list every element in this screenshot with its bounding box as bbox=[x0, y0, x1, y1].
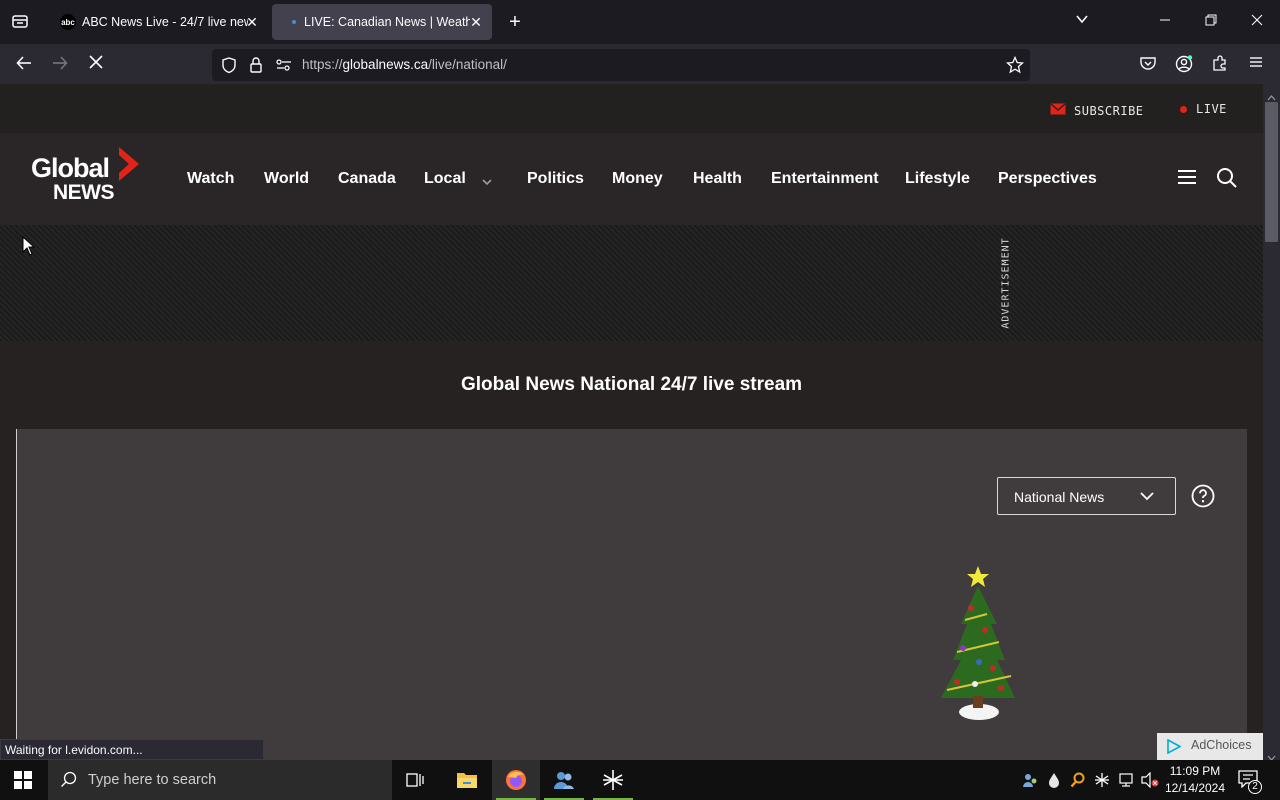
advertisement-banner[interactable]: ADVERTISEMENT bbox=[0, 225, 1263, 341]
snowflake-icon bbox=[602, 769, 624, 796]
back-arrow-icon[interactable] bbox=[14, 54, 34, 74]
firefox-icon bbox=[505, 769, 527, 796]
browser-tab-bar: abc ABC News Live - 24/7 live news ✕ LIV… bbox=[0, 0, 1280, 44]
loading-favicon-icon bbox=[286, 14, 302, 30]
help-question-icon[interactable] bbox=[1191, 484, 1215, 513]
tab-manager-icon[interactable] bbox=[10, 12, 30, 32]
lock-icon[interactable] bbox=[248, 56, 264, 79]
page-title: Global News National 24/7 live stream bbox=[460, 374, 803, 395]
people-icon bbox=[553, 769, 575, 796]
tray-drop-icon[interactable] bbox=[1047, 772, 1061, 793]
nav-money[interactable]: Money bbox=[612, 170, 663, 188]
nav-entertainment[interactable]: Entertainment bbox=[771, 170, 879, 188]
abc-favicon-icon: abc bbox=[60, 14, 76, 30]
logo-chevron-icon bbox=[117, 145, 141, 188]
url-text[interactable]: https://globalnews.ca/live/national/ bbox=[302, 57, 507, 72]
extensions-puzzle-icon[interactable] bbox=[1210, 54, 1230, 74]
close-tab-icon[interactable]: ✕ bbox=[244, 14, 260, 30]
page-scrollbar[interactable] bbox=[1263, 84, 1280, 761]
adchoices-triangle-icon bbox=[1167, 738, 1182, 759]
nav-politics[interactable]: Politics bbox=[527, 170, 584, 188]
account-icon[interactable] bbox=[1174, 54, 1194, 74]
task-view-icon[interactable] bbox=[406, 771, 426, 794]
tray-search-icon[interactable] bbox=[1070, 772, 1086, 793]
web-page: SUBSCRIBE LIVE Global NEWS Watch World C… bbox=[0, 84, 1263, 760]
live-link[interactable]: LIVE bbox=[1180, 102, 1227, 116]
permissions-icon[interactable] bbox=[275, 57, 293, 78]
close-window-icon[interactable] bbox=[1247, 12, 1267, 32]
tray-snowflake-icon[interactable] bbox=[1094, 772, 1110, 793]
nav-world[interactable]: World bbox=[264, 170, 309, 188]
folder-icon bbox=[456, 770, 478, 795]
adchoices-label: AdChoices bbox=[1191, 738, 1252, 752]
envelope-icon bbox=[1050, 102, 1066, 120]
local-dropdown-chevron-icon[interactable] bbox=[481, 174, 493, 192]
nav-canada[interactable]: Canada bbox=[338, 170, 396, 188]
volume-muted-icon[interactable] bbox=[1141, 771, 1159, 793]
nav-watch[interactable]: Watch bbox=[187, 170, 234, 188]
stop-loading-icon[interactable] bbox=[86, 54, 106, 74]
firefox-app[interactable] bbox=[492, 760, 540, 800]
global-news-logo[interactable]: Global NEWS bbox=[31, 145, 141, 207]
live-stream-player[interactable]: National News bbox=[16, 429, 1247, 760]
utility-bar: SUBSCRIBE LIVE bbox=[0, 84, 1263, 133]
mouse-cursor-icon bbox=[22, 235, 36, 261]
browser-nav-bar: https://globalnews.ca/live/national/ bbox=[0, 44, 1280, 84]
close-tab-icon[interactable]: ✕ bbox=[468, 14, 484, 30]
windows-start-icon[interactable] bbox=[14, 771, 32, 794]
live-label: LIVE bbox=[1196, 102, 1227, 116]
windows-taskbar: Type here to search 11:09 PM 12/14/2024 … bbox=[0, 760, 1280, 800]
tab-abc-news[interactable]: abc ABC News Live - 24/7 live news ✕ bbox=[46, 4, 268, 40]
stream-select-value: National News bbox=[1014, 489, 1105, 505]
minimize-icon[interactable] bbox=[1155, 12, 1175, 32]
taskbar-clock[interactable]: 11:09 PM 12/14/2024 bbox=[1162, 763, 1228, 797]
tray-people-icon[interactable] bbox=[1022, 772, 1038, 793]
subscribe-link[interactable]: SUBSCRIBE bbox=[1050, 102, 1144, 120]
site-header: Global NEWS Watch World Canada Local Pol… bbox=[0, 133, 1263, 225]
advertisement-label: ADVERTISEMENT bbox=[1000, 237, 1012, 329]
subscribe-label: SUBSCRIBE bbox=[1074, 104, 1144, 118]
new-tab-icon[interactable]: + bbox=[505, 12, 525, 32]
chevron-down-icon bbox=[1139, 489, 1155, 506]
hamburger-menu-icon[interactable] bbox=[1177, 168, 1197, 191]
clock-date: 12/14/2024 bbox=[1164, 781, 1226, 795]
nav-lifestyle[interactable]: Lifestyle bbox=[905, 170, 970, 188]
list-all-tabs-icon[interactable] bbox=[1072, 12, 1092, 32]
tab-title: ABC News Live - 24/7 live news bbox=[82, 15, 248, 29]
url-bar[interactable]: https://globalnews.ca/live/national/ bbox=[212, 49, 1030, 81]
nav-perspectives[interactable]: Perspectives bbox=[998, 170, 1097, 188]
restore-icon[interactable] bbox=[1201, 12, 1221, 32]
taskbar-search-placeholder: Type here to search bbox=[88, 772, 217, 788]
scrollbar-thumb[interactable] bbox=[1265, 102, 1278, 242]
notification-count-badge: 2 bbox=[1248, 780, 1262, 794]
taskbar-search-box[interactable]: Type here to search bbox=[48, 760, 392, 800]
adchoices-badge[interactable]: AdChoices bbox=[1157, 733, 1263, 760]
bookmark-star-icon[interactable] bbox=[1005, 55, 1025, 79]
tracking-protection-shield-icon[interactable] bbox=[220, 56, 238, 79]
network-icon[interactable] bbox=[1118, 772, 1136, 793]
pocket-icon[interactable] bbox=[1138, 54, 1158, 74]
browser-status-bar: Waiting for l.evidon.com... bbox=[0, 739, 264, 760]
app-menu-icon[interactable] bbox=[1246, 54, 1266, 74]
file-explorer-app[interactable] bbox=[442, 760, 490, 800]
search-icon bbox=[60, 771, 78, 794]
christmas-tree-icon bbox=[927, 564, 1023, 735]
live-dot-icon bbox=[1180, 105, 1187, 113]
nav-health[interactable]: Health bbox=[693, 170, 742, 188]
snowflake-app[interactable] bbox=[589, 760, 637, 800]
status-text: Waiting for l.evidon.com... bbox=[5, 743, 143, 757]
tab-title: LIVE: Canadian News | Weather bbox=[304, 15, 470, 29]
forward-arrow-icon[interactable] bbox=[50, 54, 70, 74]
people-app[interactable] bbox=[540, 760, 588, 800]
clock-time: 11:09 PM bbox=[1169, 764, 1221, 778]
logo-wordmark-global: Global bbox=[31, 153, 110, 183]
logo-wordmark-news: NEWS bbox=[53, 181, 115, 204]
nav-local[interactable]: Local bbox=[424, 170, 466, 188]
tab-global-news[interactable]: LIVE: Canadian News | Weather ✕ bbox=[272, 4, 492, 40]
stream-select[interactable]: National News bbox=[997, 477, 1176, 515]
search-icon[interactable] bbox=[1216, 167, 1238, 194]
